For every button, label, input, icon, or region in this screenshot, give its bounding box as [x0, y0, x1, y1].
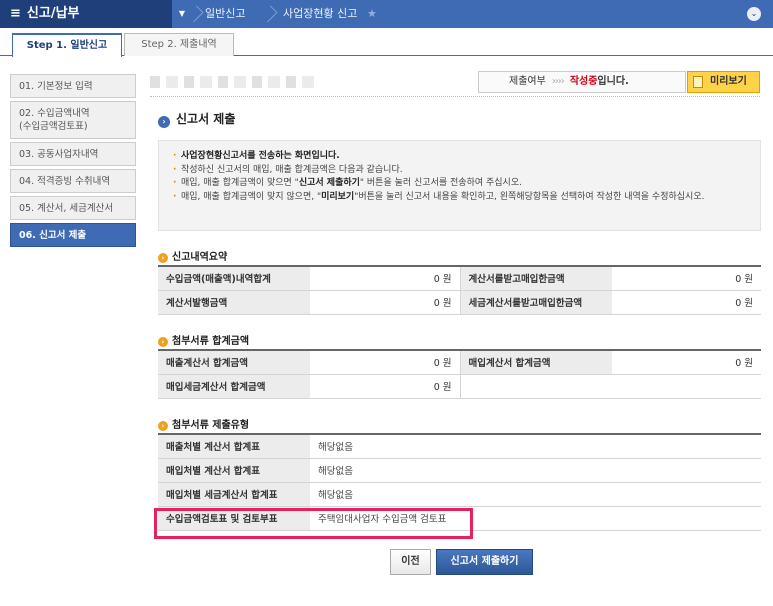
notice-emphasis: 미리보기 — [321, 191, 355, 202]
attach-total-table: 매출계산서 합계금액 0 원 매입계산서 합계금액 0 원 매입세금계산서 합계… — [158, 349, 761, 399]
arrow-circle-icon: › — [158, 253, 168, 263]
table-header-cell: 매입세금계산서 합계금액 — [158, 374, 310, 399]
attach-type-title-label: 첨부서류 제출유형 — [172, 420, 250, 431]
prev-button[interactable]: 이전 — [390, 549, 431, 575]
table-value-cell: 0 원 — [612, 350, 761, 375]
table-header-cell: 계산서발행금액 — [158, 290, 310, 315]
table-header-cell: 매입처별 세금계산서 합계표 — [158, 482, 310, 507]
page-title: › 신고서 제출 — [158, 110, 235, 128]
status-row: 제출여부 ›››› 작성중입니다. 미리보기 — [150, 71, 760, 93]
submit-report-button[interactable]: 신고서 제출하기 — [436, 549, 533, 575]
table-value-cell: 해당없음 — [310, 434, 761, 459]
notice-emphasis: 신고서 제출하기 — [298, 178, 360, 188]
status-label: 제출여부 — [509, 76, 546, 87]
table-value-cell: 해당없음 — [310, 458, 761, 483]
submission-status: 제출여부 ›››› 작성중입니다. — [478, 71, 686, 93]
table-empty-cell — [612, 374, 761, 399]
attach-type-title: › 첨부서류 제출유형 — [158, 416, 249, 431]
table-header-cell: 매입계산서 합계금액 — [460, 350, 612, 375]
status-state: 작성중 — [569, 76, 598, 87]
notice-text: " 버튼을 눌러 신고서를 전송하여 주십시오. — [359, 178, 522, 188]
sidebar-item-label: 02. 수입금액내역 (수입금액검토표) — [19, 108, 90, 132]
page-title-label: 신고서 제출 — [176, 112, 236, 126]
arrow-circle-icon: › — [158, 337, 168, 347]
table-value-cell: 0 원 — [612, 290, 761, 315]
table-row: 매입처별 계산서 합계표 해당없음 — [158, 458, 761, 483]
table-row: 매입처별 세금계산서 합계표 해당없음 — [158, 482, 761, 507]
masked-user-info — [150, 76, 315, 88]
tab-step2[interactable]: Step 2. 제출내역 — [124, 33, 234, 56]
breadcrumb-general-report[interactable]: 일반신고 — [205, 0, 245, 28]
table-row: 매출계산서 합계금액 0 원 매입계산서 합계금액 0 원 — [158, 350, 761, 375]
table-header-cell: 매출계산서 합계금액 — [158, 350, 310, 375]
notice-text: "버튼을 눌러 신고서 내용을 확인하고, 왼쪽해당항목을 선택하여 작성한 내… — [354, 191, 705, 202]
table-header-cell: 계산서를받고매입한금액 — [460, 266, 612, 291]
table-value-cell: 0 원 — [310, 350, 461, 375]
sidebar-item-submit[interactable]: 06. 신고서 제출 — [10, 223, 136, 247]
arrow-circle-icon: › — [158, 421, 168, 431]
table-header-cell: 매출처별 계산서 합계표 — [158, 434, 310, 459]
notice-line: 매입, 매출 합계금액이 맞으면 "신고서 제출하기" 버튼을 눌러 신고서를 … — [173, 177, 746, 191]
hamburger-icon[interactable]: ≡ — [10, 6, 21, 21]
highlight-box — [154, 508, 473, 539]
notice-box: 사업장현황신고서를 전송하는 화면입니다. 작성하신 신고서의 매입, 매출 합… — [158, 140, 761, 231]
arrows-icon: ›››› — [551, 76, 565, 87]
chevron-down-icon[interactable]: ⌄ — [747, 7, 761, 21]
breadcrumb-separator-icon — [260, 5, 278, 23]
table-value-cell: 0 원 — [310, 266, 461, 291]
table-header-cell: 세금계산서를받고매입한금액 — [460, 290, 612, 315]
menu-title-label: 신고/납부 — [26, 6, 80, 21]
sidebar: 01. 기본정보 입력 02. 수입금액내역 (수입금액검토표) 03. 공동사… — [10, 74, 136, 250]
notice-text: 매입, 매출 합계금액이 맞지 않으면, " — [181, 191, 322, 202]
document-icon — [693, 76, 703, 88]
table-value-cell: 0 원 — [310, 374, 461, 399]
preview-button[interactable]: 미리보기 — [687, 71, 760, 93]
notice-line: 사업장현황신고서를 전송하는 화면입니다. — [173, 150, 746, 164]
table-empty-cell — [460, 374, 612, 399]
arrow-circle-icon: › — [158, 116, 170, 128]
breadcrumb-business-report[interactable]: 사업장현황 신고 — [283, 0, 357, 28]
table-row: 매입세금계산서 합계금액 0 원 — [158, 374, 761, 399]
table-value-cell: 0 원 — [612, 266, 761, 291]
summary-table: 수입금액(매출액)내역합계 0 원 계산서를받고매입한금액 0 원 계산서발행금… — [158, 265, 761, 315]
notice-text: 매입, 매출 합계금액이 맞으면 " — [181, 178, 299, 188]
notice-line: 작성하신 신고서의 매입, 매출 합계금액은 다음과 같습니다. — [173, 164, 746, 178]
table-row: 매출처별 계산서 합계표 해당없음 — [158, 434, 761, 459]
summary-title: › 신고내역요약 — [158, 248, 227, 263]
summary-title-label: 신고내역요약 — [172, 252, 228, 263]
divider — [150, 96, 760, 97]
table-value-cell: 0 원 — [310, 290, 461, 315]
notice-line: 매입, 매출 합계금액이 맞지 않으면, "미리보기"버튼을 눌러 신고서 내용… — [173, 191, 746, 205]
sidebar-item-partners[interactable]: 03. 공동사업자내역 — [10, 142, 136, 166]
attach-total-title-label: 첨부서류 합계금액 — [172, 336, 250, 347]
table-row: 계산서발행금액 0 원 세금계산서를받고매입한금액 0 원 — [158, 290, 761, 315]
sidebar-item-evidence[interactable]: 04. 적격증빙 수취내역 — [10, 169, 136, 193]
sidebar-item-basic-info[interactable]: 01. 기본정보 입력 — [10, 74, 136, 98]
tab-step1[interactable]: Step 1. 일반신고 — [12, 33, 122, 57]
top-navigation-bar: ≡ 신고/납부 ▼ 일반신고 사업장현황 신고 ★ ⌄ — [0, 0, 773, 28]
menu-title[interactable]: ≡ 신고/납부 — [0, 0, 172, 28]
table-header-cell: 수입금액(매출액)내역합계 — [158, 266, 310, 291]
status-suffix: 입니다. — [597, 76, 629, 87]
table-value-cell: 해당없음 — [310, 482, 761, 507]
preview-button-label: 미리보기 — [710, 76, 747, 87]
attach-total-title: › 첨부서류 합계금액 — [158, 332, 249, 347]
step-tabs: Step 1. 일반신고 Step 2. 제출내역 — [0, 28, 773, 57]
table-row: 수입금액(매출액)내역합계 0 원 계산서를받고매입한금액 0 원 — [158, 266, 761, 291]
sidebar-item-invoices[interactable]: 05. 계산서, 세금계산서 — [10, 196, 136, 220]
favorite-star-icon[interactable]: ★ — [367, 0, 377, 28]
sidebar-item-revenue[interactable]: 02. 수입금액내역 (수입금액검토표) — [10, 101, 136, 139]
table-header-cell: 매입처별 계산서 합계표 — [158, 458, 310, 483]
